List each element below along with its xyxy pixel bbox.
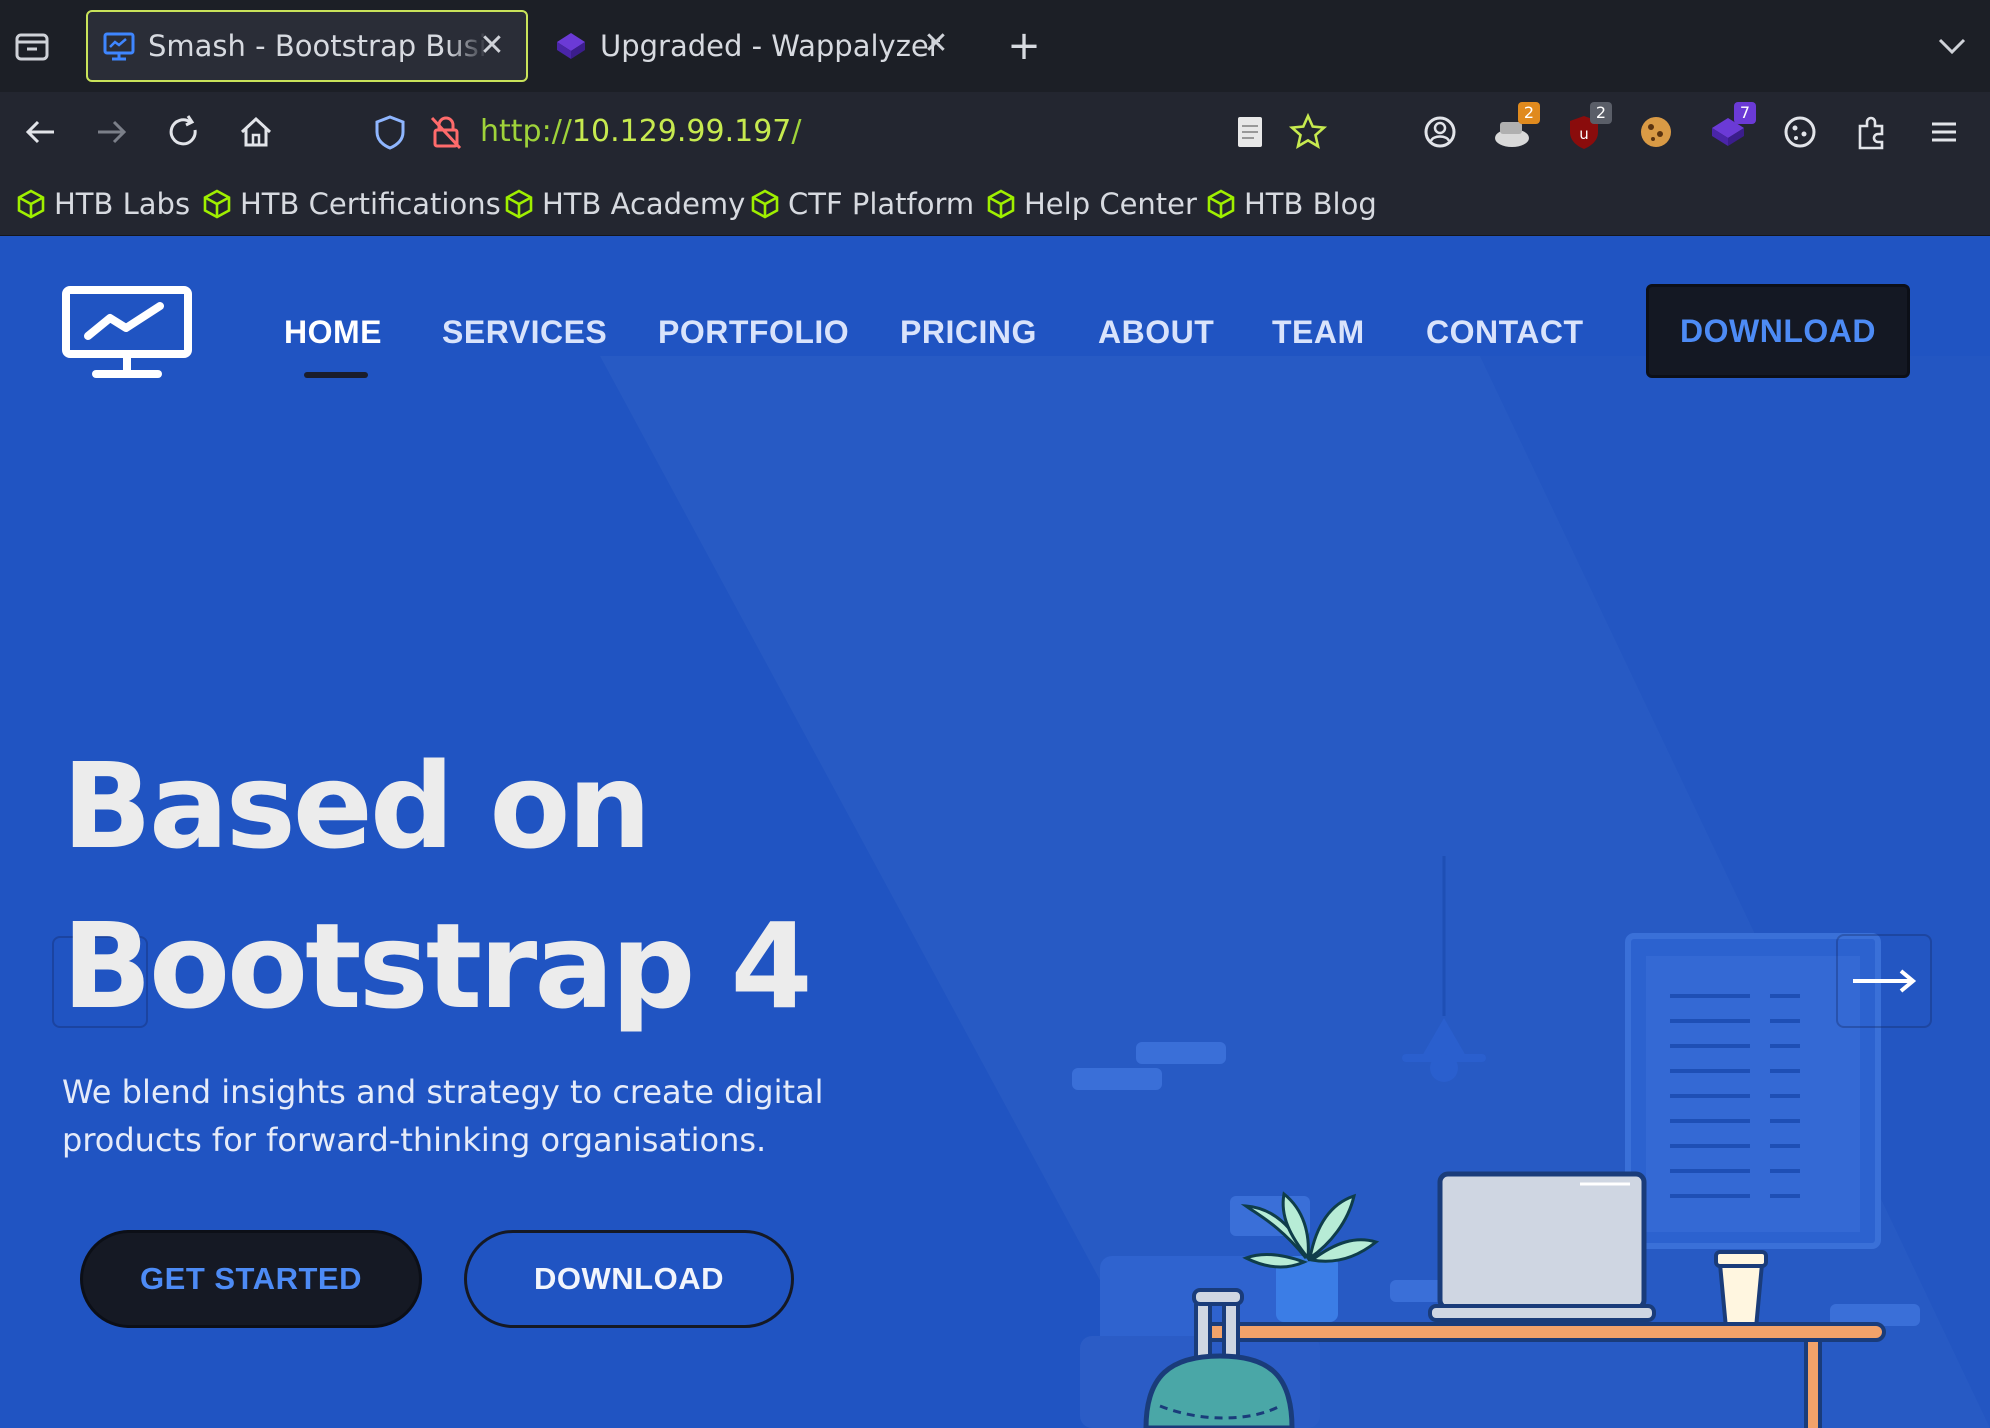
bookmark-htb-blog[interactable]: HTB Blog <box>1206 184 1377 224</box>
bookmark-htb-labs[interactable]: HTB Labs <box>16 184 190 224</box>
htb-cube-icon <box>1207 189 1235 219</box>
cookie-outline-icon[interactable] <box>1778 110 1822 154</box>
htb-cube-icon <box>751 189 779 219</box>
reader-view-icon[interactable] <box>1230 112 1270 152</box>
new-tab-icon[interactable]: + <box>1004 26 1044 66</box>
bookmark-star-icon[interactable] <box>1288 112 1328 152</box>
account-icon[interactable] <box>1418 110 1462 154</box>
url-bar[interactable]: http://10.129.99.197/ <box>360 102 1340 162</box>
tab-list-icon[interactable] <box>12 26 52 66</box>
navigation-toolbar: http://10.129.99.197/ 2 u 2 7 <box>0 92 1990 172</box>
htb-cube-icon <box>505 189 533 219</box>
reload-icon[interactable] <box>162 110 206 154</box>
nav-pricing[interactable]: PRICING <box>900 314 1037 351</box>
nav-active-indicator <box>304 372 368 378</box>
tab-smash[interactable]: Smash - Bootstrap Business Template ✕ <box>86 10 528 82</box>
arrow-right-icon <box>1853 969 1917 993</box>
url-text[interactable]: http://10.129.99.197/ <box>480 114 802 149</box>
workspace-illustration <box>1072 856 1920 1428</box>
wappalyzer-favicon-icon <box>557 33 585 59</box>
site-logo-monitor-icon[interactable] <box>62 286 192 382</box>
bookmark-htb-certifications[interactable]: HTB Certifications <box>202 184 501 224</box>
extension-badge: 2 <box>1590 102 1612 124</box>
htb-cube-icon <box>17 189 45 219</box>
get-started-button[interactable]: GET STARTED <box>80 1230 422 1328</box>
nav-about[interactable]: ABOUT <box>1098 314 1214 351</box>
tab-title: Upgraded - Wappalyzer <box>600 29 940 63</box>
wappalyzer-icon[interactable]: 7 <box>1706 102 1756 154</box>
bookmark-help-center[interactable]: Help Center <box>986 184 1197 224</box>
tab-bar: Smash - Bootstrap Business Template ✕ Up… <box>0 0 1990 92</box>
home-icon[interactable] <box>234 110 278 154</box>
htb-cube-icon <box>203 189 231 219</box>
bookmark-htb-academy[interactable]: HTB Academy <box>504 184 745 224</box>
nav-services[interactable]: SERVICES <box>442 314 607 351</box>
hero-download-button[interactable]: DOWNLOAD <box>464 1230 794 1328</box>
nav-team[interactable]: TEAM <box>1272 314 1365 351</box>
hero-subtitle: We blend insights and strategy to create… <box>62 1073 824 1159</box>
cookie-extension-icon[interactable] <box>1634 110 1678 154</box>
svg-text:u: u <box>1579 125 1589 143</box>
ublock-icon[interactable]: u 2 <box>1562 102 1612 154</box>
tab-wappalyzer[interactable]: Upgraded - Wappalyzer ✕ <box>548 10 970 82</box>
extension-badge: 2 <box>1518 102 1540 124</box>
monitor-favicon-icon <box>103 32 135 61</box>
nav-portfolio[interactable]: PORTFOLIO <box>658 314 849 351</box>
chevron-down-icon[interactable] <box>1934 28 1970 64</box>
extension-one-icon[interactable]: 2 <box>1490 102 1540 154</box>
extensions-puzzle-icon[interactable] <box>1850 110 1894 154</box>
hero-title: Based on Bootstrap 4 <box>62 737 813 1035</box>
hero-section: HOME SERVICES PORTFOLIO PRICING ABOUT TE… <box>0 236 1990 1428</box>
bookmark-ctf-platform[interactable]: CTF Platform <box>750 184 974 224</box>
bookmarks-toolbar: HTB Labs HTB Certifications HTB Academy … <box>0 172 1990 236</box>
nav-home[interactable]: HOME <box>284 314 382 351</box>
htb-cube-icon <box>987 189 1015 219</box>
hamburger-menu-icon[interactable] <box>1922 110 1966 154</box>
extension-badge: 7 <box>1734 102 1756 124</box>
carousel-next-button[interactable] <box>1836 934 1932 1028</box>
nav-contact[interactable]: CONTACT <box>1426 314 1584 351</box>
forward-arrow-icon[interactable] <box>90 110 134 154</box>
insecure-lock-icon[interactable] <box>426 112 466 152</box>
header-download-button[interactable]: DOWNLOAD <box>1646 284 1910 378</box>
tab-title: Smash - Bootstrap Business Template <box>148 29 488 63</box>
back-arrow-icon[interactable] <box>18 110 62 154</box>
close-tab-icon[interactable]: ✕ <box>474 28 510 64</box>
close-tab-icon[interactable]: ✕ <box>918 26 954 62</box>
shield-icon[interactable] <box>370 112 410 152</box>
